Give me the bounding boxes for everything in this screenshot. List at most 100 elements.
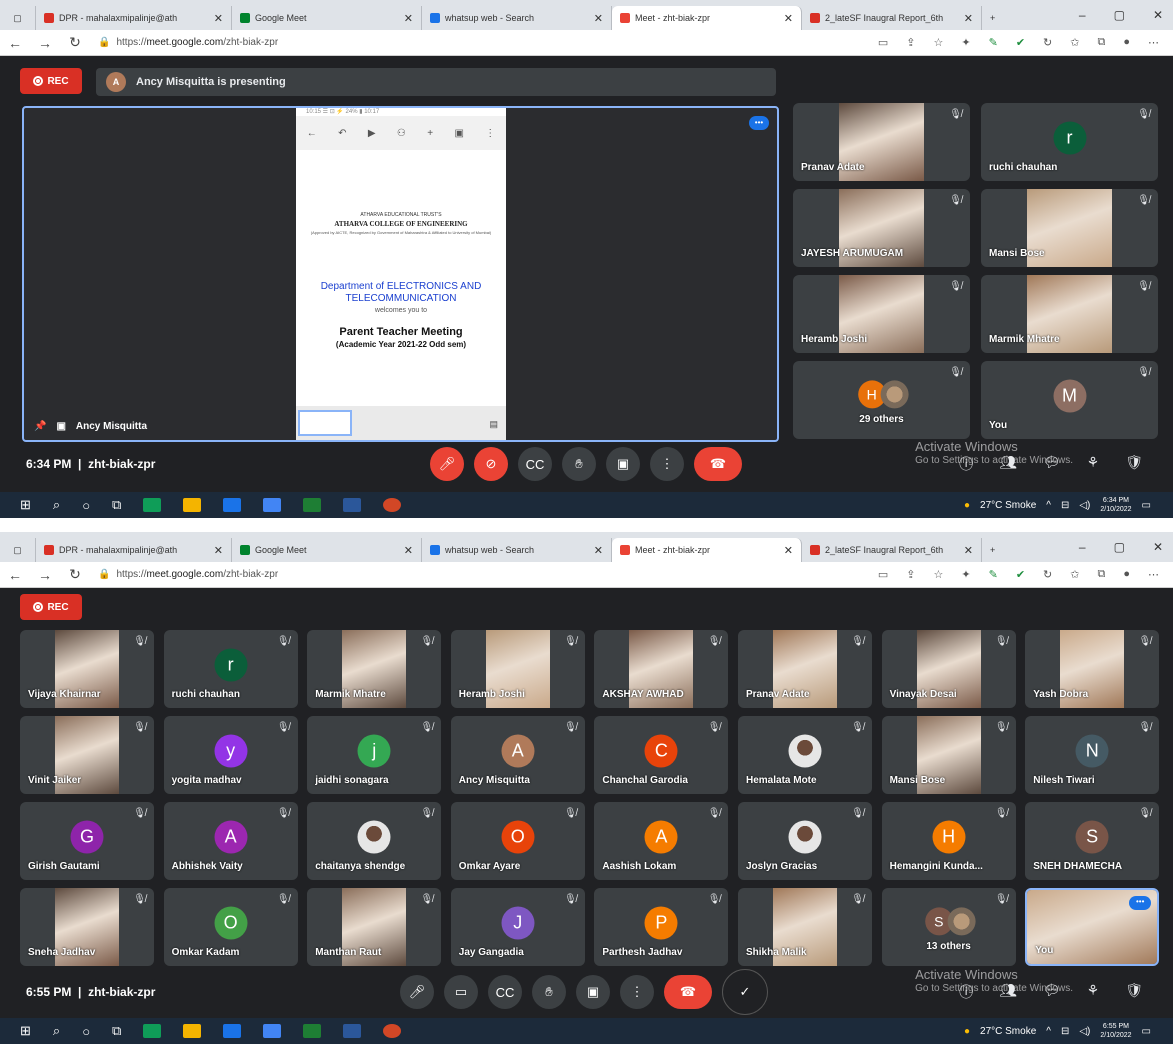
share-icon[interactable]: ⇪ [906, 568, 915, 581]
participant-tile[interactable]: r 🎙︎̸ ruchi chauhan [981, 103, 1158, 181]
participant-tile[interactable]: M 🎙︎̸ You [981, 361, 1158, 439]
mic-off-button[interactable]: 🎤︎ [430, 447, 464, 481]
close-icon[interactable]: ✕ [594, 544, 603, 557]
participant-tile[interactable]: 🎙︎̸ Shikha Malik [738, 888, 872, 966]
play-icon[interactable]: ▶ [368, 128, 376, 139]
cortana-icon[interactable]: ○ [82, 1024, 90, 1039]
edge-icon[interactable] [143, 498, 162, 512]
participant-tile[interactable]: 🎙︎̸ Pranav Adate [738, 630, 872, 708]
mail-icon[interactable] [223, 1024, 242, 1038]
refresh-ext-icon[interactable]: ↻ [1043, 568, 1052, 581]
add-person-icon[interactable]: ⚇ [397, 128, 406, 139]
participant-tile[interactable]: 🎙︎̸ Mansi Bose [981, 189, 1158, 267]
participant-tile[interactable]: 🎙︎̸ Sneha Jadhav [20, 888, 154, 966]
more-options-button[interactable]: ⋮ [650, 447, 684, 481]
collections-icon[interactable]: ⧉ [1097, 568, 1105, 581]
participant-tile[interactable]: P 🎙︎̸ Parthesh Jadhav [594, 888, 729, 966]
pen-icon[interactable]: ✎ [989, 36, 998, 49]
windows-start-icon[interactable]: ⊞ [20, 1023, 31, 1039]
word-icon[interactable] [343, 498, 362, 512]
host-controls-icon[interactable]: 🛡︎ [1125, 454, 1143, 474]
tab-pdf-report[interactable]: 2_lateSF Inaugral Report_6th ✕ [802, 6, 982, 30]
check-icon[interactable]: ✔ [1016, 568, 1025, 581]
presentation-tile[interactable]: 10:15 ☰ ⊡ ⚡ 24% ▮ 10:17 ← ↶ ▶ ⚇ + ▣ ⋮ ATHARVA … [22, 106, 779, 442]
profile-icon[interactable]: ● [1123, 568, 1130, 581]
search-icon[interactable]: ⌕ [53, 1023, 60, 1039]
windows-start-icon[interactable]: ⊞ [20, 497, 31, 513]
new-tab-button[interactable]: + [982, 538, 1003, 562]
clock[interactable]: 6:55 PM 2/10/2022 [1100, 1022, 1131, 1040]
close-icon[interactable]: ✕ [214, 12, 223, 25]
tab-google-meet[interactable]: Google Meet ✕ [232, 6, 422, 30]
close-icon[interactable]: ✕ [214, 544, 223, 557]
refresh-ext-icon[interactable]: ↻ [1043, 36, 1052, 49]
volume-icon[interactable]: ◁) [1079, 1026, 1090, 1037]
camera-icon[interactable]: ▭ [878, 36, 888, 49]
excel-icon[interactable] [303, 1024, 322, 1038]
close-icon[interactable]: ✕ [964, 12, 973, 25]
back-icon[interactable]: ← [0, 567, 30, 583]
forward-icon[interactable]: → [30, 35, 60, 51]
tab-gmail[interactable]: DPR - mahalaxmipalinje@ath ✕ [36, 6, 232, 30]
participant-tile[interactable]: 🎙︎̸ Marmik Mhatre [307, 630, 442, 708]
chat-icon[interactable]: 💬︎ [1043, 454, 1061, 474]
notifications-icon[interactable]: ▭ [1142, 500, 1151, 511]
favorite-icon[interactable]: ☆ [934, 36, 944, 49]
participant-tile[interactable]: ••• You [1025, 888, 1160, 966]
cortana-icon[interactable]: ○ [82, 498, 90, 513]
participant-tile[interactable]: H 🎙︎̸ 29 others [793, 361, 970, 439]
slides-icon[interactable]: ▤ [489, 419, 498, 430]
leave-call-button[interactable]: ☎ [664, 975, 712, 1009]
close-icon[interactable]: ✕ [784, 12, 793, 25]
tab-google-meet[interactable]: Google Meet ✕ [232, 538, 422, 562]
leave-call-button[interactable]: ☎ [694, 447, 742, 481]
pen-icon[interactable]: ✎ [989, 568, 998, 581]
close-icon[interactable]: ✕ [404, 544, 413, 557]
info-icon[interactable]: ⓘ [959, 454, 973, 474]
camera-off-button[interactable]: ⊘ [474, 447, 508, 481]
volume-icon[interactable]: ◁) [1079, 500, 1090, 511]
back-icon[interactable]: ← [0, 35, 30, 51]
participant-tile[interactable]: 🎙︎̸ JAYESH ARUMUGAM [793, 189, 970, 267]
extension-icon[interactable]: ✦ [961, 36, 970, 49]
notifications-icon[interactable]: ▭ [1142, 1026, 1151, 1037]
activities-icon[interactable]: ⚘ [1087, 982, 1100, 1002]
participant-tile[interactable]: 🎙︎̸ Hemalata Mote [738, 716, 872, 794]
raise-hand-button[interactable]: ✋︎ [532, 975, 566, 1009]
search-icon[interactable]: ⌕ [53, 497, 60, 513]
tab-actions-button[interactable]: ▢ [0, 538, 36, 562]
people-icon[interactable]: 👥︎ [999, 454, 1017, 474]
tray-expand-icon[interactable]: ^ [1046, 500, 1051, 511]
close-window-button[interactable]: ✕ [1153, 540, 1163, 554]
host-controls-icon[interactable]: 🛡︎ [1125, 982, 1143, 1002]
refresh-icon[interactable]: ↻ [60, 566, 90, 583]
more-options-button[interactable]: ⋮ [620, 975, 654, 1009]
activities-icon[interactable]: ⚘ [1087, 454, 1100, 474]
camera-icon[interactable]: ▭ [878, 568, 888, 581]
mail-icon[interactable] [223, 498, 242, 512]
participant-tile[interactable]: 🎙︎̸ Mansi Bose [881, 716, 1016, 794]
participant-tile[interactable]: J 🎙︎̸ Jay Gangadia [450, 888, 585, 966]
raise-hand-button[interactable]: ✋︎ [562, 447, 596, 481]
url-field[interactable]: 🔒 https://meet.google.com/zht-biak-zpr [98, 37, 278, 48]
participant-tile[interactable]: j 🎙︎̸ jaidhi sonagara [307, 716, 442, 794]
participant-tile[interactable]: 🎙︎̸ chaitanya shendge [307, 802, 442, 880]
task-view-icon[interactable]: ⧉ [112, 1023, 121, 1039]
undo-icon[interactable]: ↶ [338, 128, 346, 139]
collections-icon[interactable]: ⧉ [1097, 36, 1105, 49]
store-icon[interactable] [263, 498, 282, 512]
mic-button[interactable]: 🎤︎ [400, 975, 434, 1009]
close-icon[interactable]: ✕ [784, 544, 793, 557]
network-icon[interactable]: ⊟ [1061, 1026, 1069, 1037]
participant-tile[interactable]: r 🎙︎̸ ruchi chauhan [163, 630, 298, 708]
comment-icon[interactable]: ▣ [454, 128, 463, 139]
maximize-button[interactable]: ▢ [1114, 540, 1125, 554]
extension-icon[interactable]: ✦ [961, 568, 970, 581]
tab-actions-button[interactable]: ▢ [0, 6, 36, 30]
camera-button[interactable]: ▭ [444, 975, 478, 1009]
present-button[interactable]: ▣ [606, 447, 640, 481]
clock[interactable]: 6:34 PM 2/10/2022 [1100, 496, 1131, 514]
favorite-icon[interactable]: ☆ [934, 568, 944, 581]
participant-tile[interactable]: A 🎙︎̸ Ancy Misquitta [450, 716, 585, 794]
share-icon[interactable]: ⇪ [906, 36, 915, 49]
